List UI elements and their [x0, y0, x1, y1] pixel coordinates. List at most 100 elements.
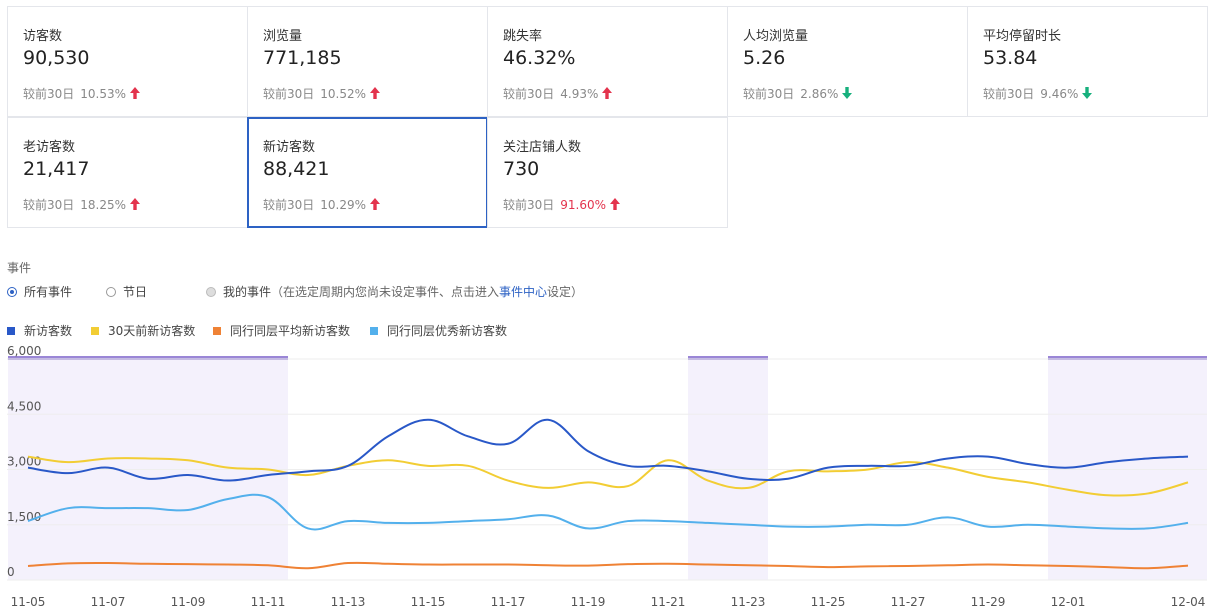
metric-title: 访客数	[23, 29, 63, 44]
x-tick-label: 11-11	[251, 595, 286, 609]
change-percent: 91.60%	[560, 198, 607, 212]
radio-button[interactable]	[106, 286, 116, 297]
metric-compare: 较前30日 10.29%	[263, 196, 381, 213]
event-note-suffix: 设定）	[547, 285, 584, 299]
x-tick-label: 11-27	[891, 595, 926, 609]
change-percent: 10.52%	[320, 87, 367, 101]
metric-value: 5.26	[743, 47, 786, 69]
metric-title: 平均停留时长	[983, 29, 1062, 44]
x-tick-label: 12-04	[1171, 595, 1206, 609]
metric-value: 46.32%	[503, 47, 576, 69]
x-tick-label: 11-09	[171, 595, 206, 609]
metric-card[interactable]: 老访客数 21,417 较前30日 18.25%	[7, 117, 248, 228]
event-option-label: 所有事件	[24, 285, 73, 299]
compare-label: 较前30日	[743, 87, 795, 101]
legend-swatch	[370, 326, 378, 335]
metric-card[interactable]: 新访客数 88,421 较前30日 10.29%	[247, 117, 488, 228]
arrow-up-icon	[610, 198, 621, 210]
arrow-up-icon	[130, 198, 141, 210]
x-tick-label: 11-07	[91, 595, 126, 609]
x-tick-label: 11-15	[411, 595, 446, 609]
change-percent: 18.25%	[80, 198, 127, 212]
metric-title: 浏览量	[263, 29, 303, 44]
metric-title: 跳失率	[503, 29, 543, 44]
metric-card[interactable]: 浏览量 771,185 较前30日 10.52%	[247, 6, 488, 117]
metric-card[interactable]: 平均停留时长 53.84 较前30日 9.46%	[967, 6, 1208, 117]
events-title: 事件	[7, 261, 32, 275]
metric-value: 21,417	[23, 158, 90, 180]
x-tick-label: 11-25	[811, 595, 846, 609]
legend-label: 同行同层平均新访客数	[230, 324, 351, 338]
metric-compare: 较前30日 4.93%	[503, 85, 613, 102]
metric-cards: 访客数 90,530 较前30日 10.53% 浏览量 771,185 较前30日 10.52…	[7, 6, 1208, 228]
x-tick-label: 12-01	[1051, 595, 1086, 609]
metric-compare: 较前30日 18.25%	[23, 196, 141, 213]
event-option-all[interactable]: 所有事件	[7, 283, 72, 300]
radio-button[interactable]	[206, 286, 216, 297]
metric-title: 人均浏览量	[743, 29, 809, 44]
y-tick-label: 0	[7, 565, 15, 579]
legend-item[interactable]: 新访客数	[7, 322, 72, 339]
change-percent: 10.53%	[80, 87, 127, 101]
event-center-link[interactable]: 事件中心	[499, 285, 547, 299]
legend-swatch	[7, 326, 15, 335]
change-percent: 2.86%	[800, 87, 839, 101]
legend-swatch	[91, 326, 99, 335]
legend-item[interactable]: 30天前新访客数	[91, 322, 195, 339]
x-tick-label: 11-05	[11, 595, 46, 609]
metric-card[interactable]: 跳失率 46.32% 较前30日 4.93%	[487, 6, 728, 117]
metric-card[interactable]: 访客数 90,530 较前30日 10.53%	[7, 6, 248, 117]
event-option-label: 节日	[123, 285, 148, 299]
x-tick-label: 11-17	[491, 595, 526, 609]
line-chart: 0 1,500 3,000 4,500 6,000 11-05 11-07 11-09 11-1…	[7, 344, 1207, 609]
arrow-up-icon	[370, 87, 381, 99]
metric-compare: 较前30日 9.46%	[983, 85, 1093, 102]
event-option-holiday[interactable]: 节日	[106, 283, 147, 300]
metric-card[interactable]: 人均浏览量 5.26 较前30日 2.86%	[727, 6, 968, 117]
arrow-down-icon	[842, 87, 853, 99]
metric-title: 关注店铺人数	[503, 140, 582, 155]
change-percent: 10.29%	[320, 198, 367, 212]
metric-title: 新访客数	[263, 140, 316, 155]
x-tick-label: 11-23	[731, 595, 766, 609]
metric-compare: 较前30日 10.53%	[23, 85, 141, 102]
metric-compare: 较前30日 91.60%	[503, 196, 621, 213]
compare-label: 较前30日	[503, 198, 555, 212]
event-note-prefix: （在选定周期内您尚未设定事件、点击进入	[271, 285, 500, 299]
y-tick-label: 1,500	[7, 510, 41, 524]
arrow-up-icon	[602, 87, 613, 99]
arrow-up-icon	[130, 87, 141, 99]
x-tick-label: 11-29	[971, 595, 1006, 609]
metric-title: 老访客数	[23, 140, 76, 155]
compare-label: 较前30日	[263, 198, 315, 212]
y-tick-label: 6,000	[7, 344, 41, 358]
radio-button[interactable]	[7, 286, 17, 297]
arrow-down-icon	[1082, 87, 1093, 99]
legend-label: 30天前新访客数	[108, 324, 196, 338]
change-percent: 4.93%	[560, 87, 599, 101]
legend-item[interactable]: 同行同层优秀新访客数	[370, 322, 507, 339]
compare-label: 较前30日	[23, 198, 75, 212]
metric-value: 730	[503, 158, 540, 180]
legend-label: 同行同层优秀新访客数	[387, 324, 508, 338]
x-tick-label: 11-21	[651, 595, 686, 609]
x-tick-label: 11-13	[331, 595, 366, 609]
metric-compare: 较前30日 10.52%	[263, 85, 381, 102]
event-option-mine[interactable]: 我的事件 （在选定周期内您尚未设定事件、点击进入事件中心设定）	[206, 283, 583, 300]
y-tick-label: 3,000	[7, 455, 41, 469]
metric-value: 53.84	[983, 47, 1038, 69]
x-tick-label: 11-19	[571, 595, 606, 609]
metric-card[interactable]: 关注店铺人数 730 较前30日 91.60%	[487, 117, 728, 228]
legend-label: 新访客数	[24, 324, 73, 338]
metric-value: 88,421	[263, 158, 330, 180]
arrow-up-icon	[370, 198, 381, 210]
y-tick-label: 4,500	[7, 399, 41, 413]
event-note: （在选定周期内您尚未设定事件、点击进入事件中心设定）	[271, 283, 583, 300]
metric-value: 90,530	[23, 47, 90, 69]
legend-item[interactable]: 同行同层平均新访客数	[213, 322, 350, 339]
legend-swatch	[213, 326, 221, 335]
compare-label: 较前30日	[503, 87, 555, 101]
change-percent: 9.46%	[1040, 87, 1079, 101]
compare-label: 较前30日	[263, 87, 315, 101]
metric-compare: 较前30日 2.86%	[743, 85, 853, 102]
